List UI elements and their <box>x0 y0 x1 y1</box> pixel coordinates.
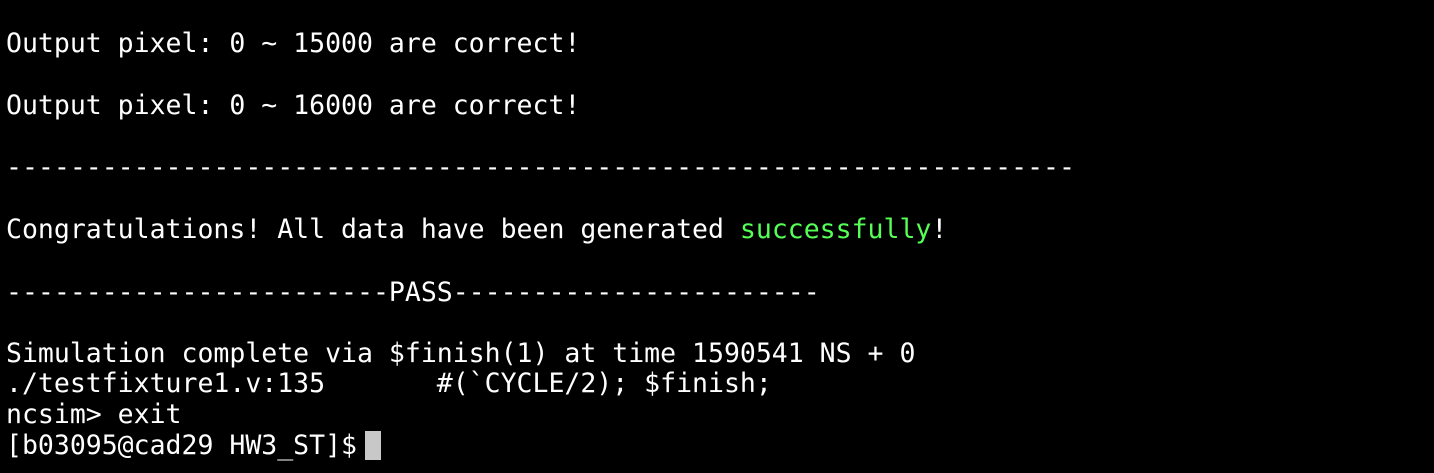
success-highlight: successfully <box>739 214 932 245</box>
separator-line: ----------------------------------------… <box>6 152 1075 183</box>
output-line-15000: Output pixel: 0 ~ 15000 are correct! <box>6 28 581 59</box>
pass-separator-line: ------------------------PASS------------… <box>6 277 820 308</box>
shell-prompt: [b03095@cad29 HW3_ST]$ <box>6 430 357 461</box>
exclamation-text: ! <box>931 214 948 245</box>
shell-prompt-line[interactable]: [b03095@cad29 HW3_ST]$ <box>6 430 381 461</box>
finish-source-line: ./testfixture1.v:135 #(`CYCLE/2); $finis… <box>6 368 772 399</box>
simulation-complete-line: Simulation complete via $finish(1) at ti… <box>6 338 916 369</box>
output-line-16000: Output pixel: 0 ~ 16000 are correct! <box>6 90 581 121</box>
congratulations-text: Congratulations! All data have been gene… <box>6 214 740 245</box>
ncsim-exit-line: ncsim> exit <box>6 399 182 430</box>
text-cursor <box>365 431 381 460</box>
terminal-window[interactable]: Output pixel: 0 ~ 15000 are correct! Out… <box>0 0 1434 473</box>
congratulations-line: Congratulations! All data have been gene… <box>6 214 947 245</box>
